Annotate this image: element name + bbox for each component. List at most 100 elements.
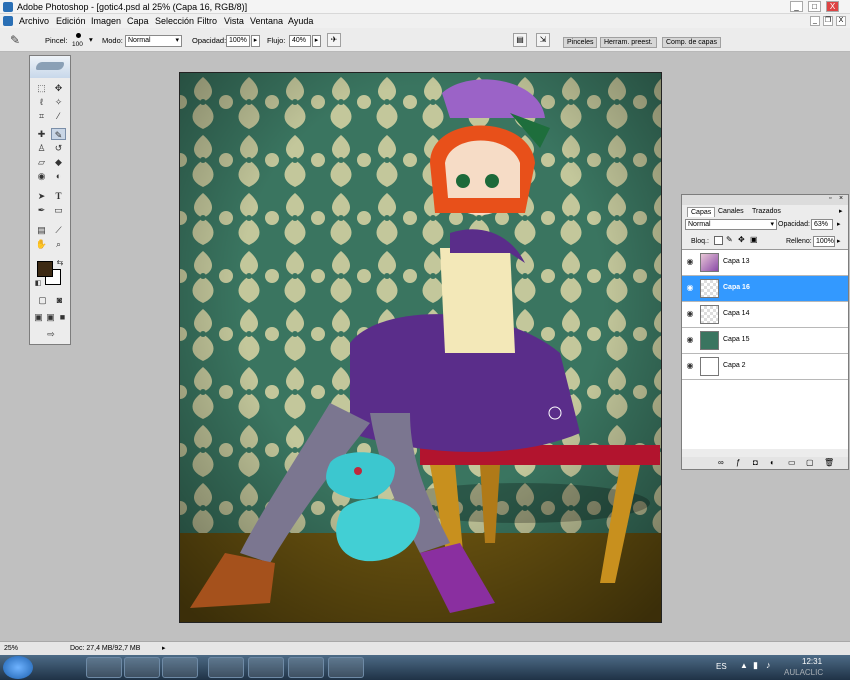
palette-well-icon[interactable]: ⇲ [536,33,550,47]
task-photoshop-icon[interactable] [208,657,244,678]
menu-edicion[interactable]: Edición [56,16,86,26]
screen-mode-full-icon[interactable]: ■ [57,311,68,323]
clock-time[interactable]: 12:31 [802,657,822,666]
foreground-color-swatch[interactable] [37,261,53,277]
flujo-field[interactable]: 40% [289,35,311,47]
layer-opacity-field[interactable]: 63% [811,219,833,230]
start-button[interactable] [3,656,33,679]
zoom-tool-icon[interactable]: ⌕ [51,238,66,250]
dodge-tool-icon[interactable]: ◐ [51,170,66,182]
toolbox-header[interactable] [30,56,70,78]
swap-colors-icon[interactable]: ⇆ [55,257,65,269]
opacidad-field[interactable]: 100% [226,35,250,47]
standard-mode-icon[interactable]: ▢ [35,294,50,306]
opacity-slider-arrow-icon[interactable]: ▸ [837,220,841,228]
task-explorer-icon[interactable] [86,657,122,678]
hand-tool-icon[interactable]: ✋ [34,238,49,250]
layer-row-capa-14[interactable]: ◉ Capa 14 [682,302,848,328]
flujo-slider-button[interactable]: ▸ [312,35,321,47]
brush-tool-icon[interactable]: ✎ [51,128,66,140]
tab-pinceles[interactable]: Pinceles [563,37,598,48]
maximize-button[interactable]: □ [808,1,821,12]
crop-tool-icon[interactable]: ⌗ [34,110,49,122]
lock-position-icon[interactable]: ✥ [738,235,745,244]
menu-ayuda[interactable]: Ayuda [288,16,313,26]
menu-vista[interactable]: Vista [224,16,244,26]
default-colors-icon[interactable]: ◧ [34,278,42,290]
task-chrome-icon[interactable] [288,657,324,678]
type-tool-icon[interactable]: T [51,190,66,202]
quick-mask-mode-icon[interactable]: ◙ [52,294,67,306]
network-icon[interactable]: ▮ [753,660,758,671]
brush-tool-preset-icon[interactable]: ✎ [10,33,32,47]
paint-bucket-tool-icon[interactable]: ◆ [51,156,66,168]
tab-capas[interactable]: Capas [687,207,716,217]
task-feather-icon[interactable] [328,657,364,678]
layer-row-capa-15[interactable]: ◉ Capa 15 [682,328,848,354]
task-messenger-icon[interactable] [162,657,198,678]
magic-wand-tool-icon[interactable]: ✧ [51,96,66,108]
link-layers-icon[interactable]: ∞ [718,458,724,467]
task-media-player-icon[interactable] [124,657,160,678]
tab-canales[interactable]: Canales [715,207,747,217]
eraser-tool-icon[interactable]: ▱ [34,156,49,168]
clone-stamp-tool-icon[interactable]: ♙ [34,142,49,154]
eye-icon[interactable]: ◉ [685,362,695,370]
layer-style-icon[interactable]: ƒ [736,458,740,467]
menu-filtro[interactable]: Filtro [197,16,217,26]
lock-transparency-icon[interactable] [714,236,723,245]
layer-row-capa-2[interactable]: ◉ Capa 2 [682,354,848,380]
eye-icon[interactable]: ◉ [685,258,695,266]
lock-all-icon[interactable]: ▣ [750,235,758,244]
blur-tool-icon[interactable]: ◉ [34,170,49,182]
volume-icon[interactable]: ♪ [766,660,771,670]
eye-icon[interactable]: ◉ [685,336,695,344]
menu-capa[interactable]: Capa [127,16,149,26]
status-menu-arrow-icon[interactable]: ▸ [162,644,166,652]
show-hidden-icons-icon[interactable]: ▲ [740,661,748,670]
adjustment-layer-icon[interactable]: ◐ [770,458,775,467]
minimize-button[interactable]: _ [790,1,803,12]
tab-comp-de-capas[interactable]: Comp. de capas [662,37,721,48]
doc-close-button[interactable]: X [836,16,846,26]
pen-tool-icon[interactable]: ✒ [34,204,49,216]
panel-close-icon[interactable]: × [839,195,843,202]
menu-ventana[interactable]: Ventana [250,16,283,26]
opacidad-slider-button[interactable]: ▸ [251,35,260,47]
lock-paint-icon[interactable]: ✎ [726,235,733,244]
tab-trazados[interactable]: Trazados [749,207,784,217]
screen-mode-menu-icon[interactable]: ▣ [45,311,56,323]
menu-seleccion[interactable]: Selección [155,16,194,26]
doc-restore-button[interactable]: ❐ [823,16,833,26]
new-layer-icon[interactable]: ▢ [806,458,814,467]
fill-slider-arrow-icon[interactable]: ▸ [837,237,841,245]
jump-to-imageready-icon[interactable]: ⇨ [40,328,62,340]
healing-brush-tool-icon[interactable]: ✚ [34,128,49,140]
path-selection-tool-icon[interactable]: ➤ [34,190,49,202]
notes-tool-icon[interactable]: ▤ [34,224,49,236]
delete-layer-icon[interactable]: 🗑 [824,458,834,467]
menu-imagen[interactable]: Imagen [91,16,121,26]
move-tool-icon[interactable]: ✥ [51,82,66,94]
close-button[interactable]: X [826,1,839,12]
airbrush-toggle-icon[interactable]: ✈ [327,33,341,47]
app-menu-icon[interactable] [3,16,13,26]
file-browser-icon[interactable]: ▤ [513,33,527,47]
layer-row-capa-16[interactable]: ◉ Capa 16 [682,276,848,302]
marquee-tool-icon[interactable]: ⬚ [34,82,49,94]
fill-field[interactable]: 100% [813,236,835,247]
layers-panel-titlebar[interactable]: ▫ × [682,195,848,205]
panel-minimize-icon[interactable]: ▫ [829,195,831,202]
doc-minimize-button[interactable]: _ [810,16,820,26]
eyedropper-tool-icon[interactable]: ⟋ [51,224,66,236]
tab-herram-preest[interactable]: Herram. preest. [600,37,657,48]
task-screenshot-icon[interactable] [248,657,284,678]
brush-picker[interactable]: 100 [70,31,88,49]
shape-tool-icon[interactable]: ▭ [51,204,66,216]
menu-archivo[interactable]: Archivo [19,16,49,26]
history-brush-tool-icon[interactable]: ↺ [51,142,66,154]
slice-tool-icon[interactable]: ⁄ [51,110,66,122]
language-indicator[interactable]: ES [716,662,727,671]
modo-select[interactable]: Normal ▾ [125,35,182,47]
layer-mask-icon[interactable]: ◘ [753,458,758,467]
